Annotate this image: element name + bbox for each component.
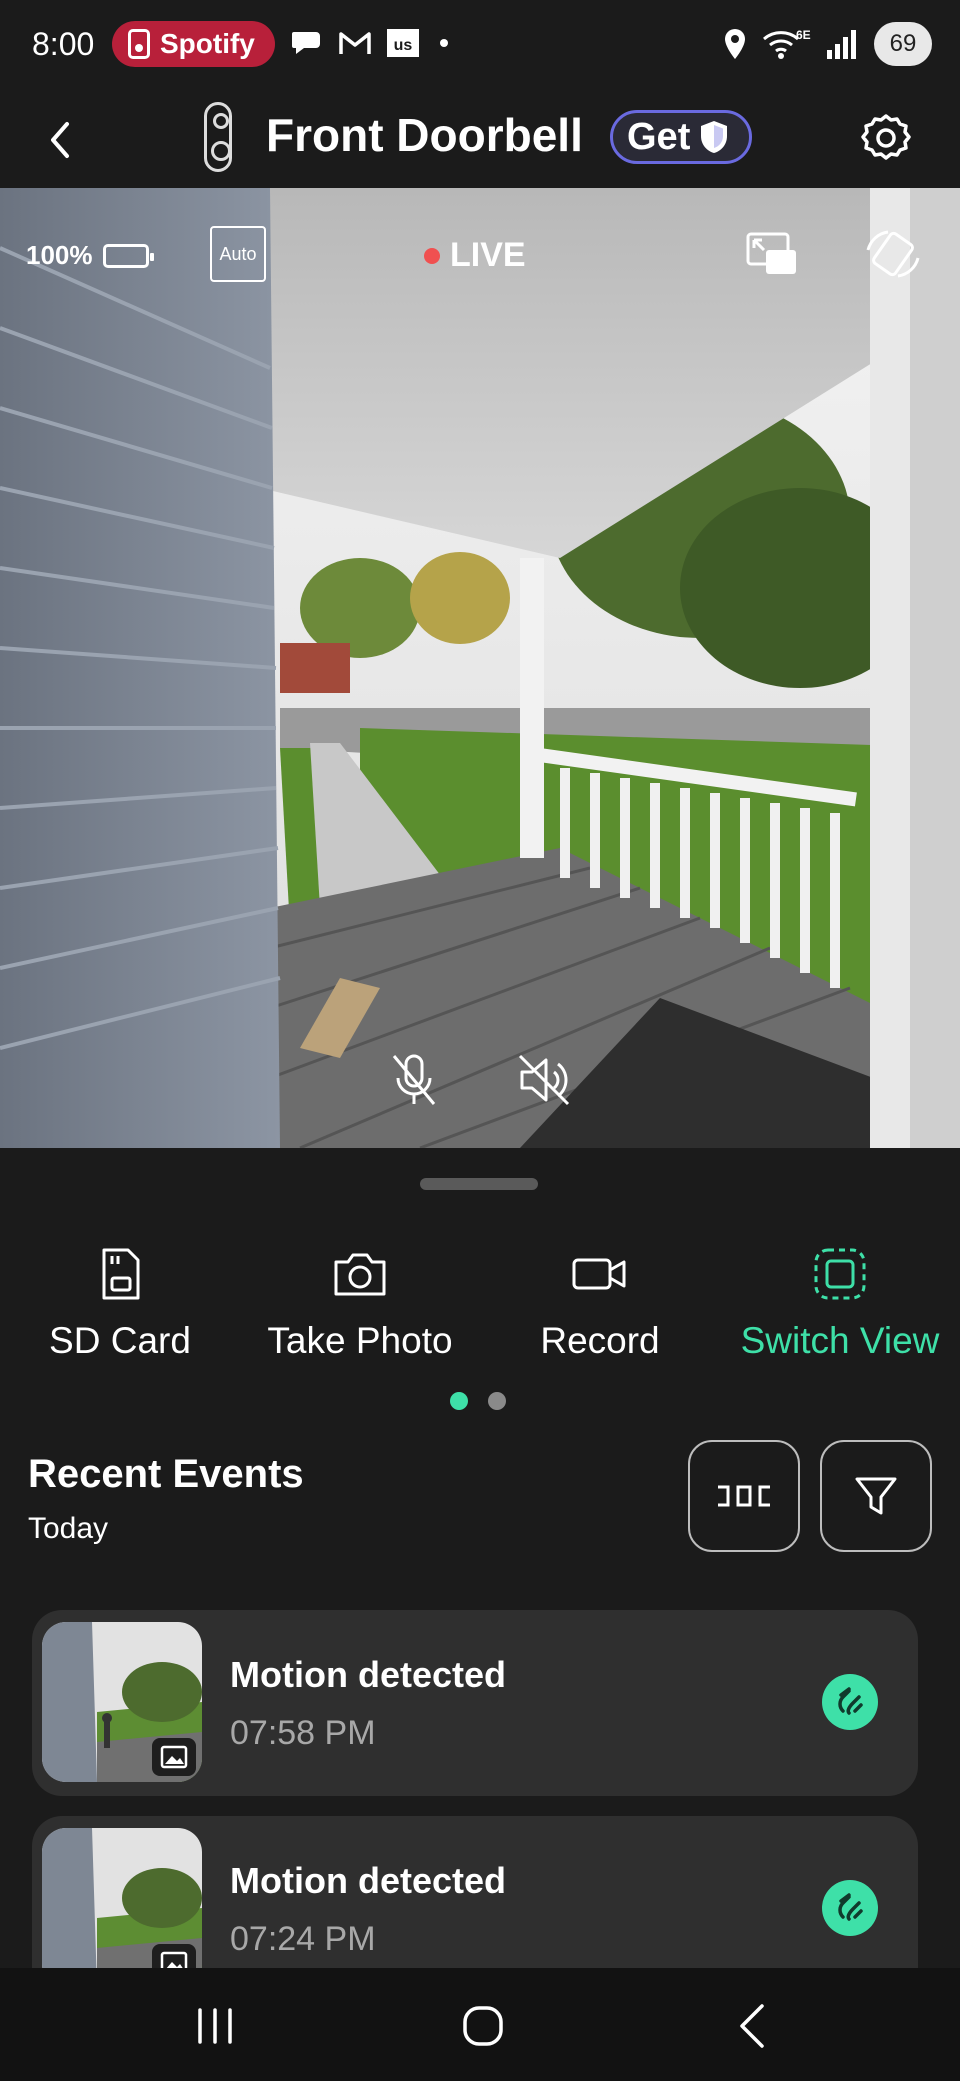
event-title: Motion detected (230, 1654, 506, 1695)
motion-icon (822, 1880, 878, 1936)
switch-view-icon (814, 1248, 866, 1300)
sd-card-button[interactable]: SD Card (0, 1244, 240, 1362)
take-photo-label: Take Photo (267, 1320, 453, 1361)
sd-card-icon (102, 1248, 140, 1300)
back-button[interactable] (30, 110, 90, 170)
system-nav-bar (0, 1968, 960, 2081)
recent-apps-icon[interactable] (180, 1996, 250, 2056)
live-indicator: LIVE (424, 236, 526, 275)
system-icons: 6E 69 (722, 22, 932, 66)
sd-card-label: SD Card (49, 1320, 191, 1361)
camera-battery-status: 100% (26, 240, 154, 271)
mic-muted-icon[interactable] (384, 1050, 444, 1110)
event-thumbnail (42, 1828, 202, 1988)
switch-view-button[interactable]: Switch View (720, 1244, 960, 1362)
battery-charging-icon (102, 243, 154, 268)
recent-events-title: Recent Events (28, 1452, 304, 1496)
spotify-label: Spotify (160, 28, 255, 59)
event-thumbnail (42, 1622, 202, 1782)
camera-battery-percent: 100% (26, 240, 93, 270)
camera-icon (334, 1253, 386, 1296)
status-bar: 8:00 Spotify us 6E 69 (0, 0, 960, 92)
camera-feed-image (0, 188, 960, 1148)
gmail-icon (339, 32, 371, 54)
rotate-view-icon[interactable] (862, 226, 924, 282)
recent-events-date: Today (28, 1512, 109, 1545)
spotify-pill[interactable]: Spotify (112, 21, 275, 67)
event-title: Motion detected (230, 1860, 506, 1901)
filter-icon (855, 1477, 897, 1515)
event-card[interactable]: Motion detected 07:58 PM (32, 1610, 918, 1796)
settings-gear-icon[interactable] (858, 110, 914, 166)
auto-label: Auto (219, 243, 257, 264)
control-pager (450, 1392, 506, 1410)
picture-in-picture-icon[interactable] (744, 230, 800, 280)
location-icon (725, 29, 745, 59)
app-header: Front Doorbell Get (0, 92, 960, 188)
pager-dot-1[interactable] (450, 1392, 468, 1410)
timeline-icon (718, 1485, 770, 1507)
signal-icon (827, 30, 856, 59)
wifi-6e-icon: 6E (763, 28, 811, 59)
svg-text:6E: 6E (796, 28, 811, 42)
home-icon[interactable] (448, 1996, 518, 2056)
motion-icon (822, 1674, 878, 1730)
live-label: LIVE (450, 236, 526, 274)
shield-icon (701, 121, 728, 153)
pager-dot-2[interactable] (488, 1392, 506, 1410)
image-badge-icon (152, 1738, 196, 1776)
status-time: 8:00 (32, 26, 95, 62)
get-protection-button[interactable]: Get (610, 110, 752, 164)
record-button[interactable]: Record (480, 1244, 720, 1362)
switch-view-label: Switch View (740, 1320, 940, 1361)
bottom-sheet-handle[interactable] (420, 1178, 538, 1190)
us-app-icon: us (387, 29, 419, 57)
event-time: 07:24 PM (230, 1920, 376, 1958)
page-title: Front Doorbell (266, 109, 583, 161)
take-photo-button[interactable]: Take Photo (240, 1244, 480, 1362)
back-nav-icon[interactable] (718, 1996, 788, 2056)
live-camera-view[interactable]: 100% Auto LIVE (0, 188, 960, 1148)
timeline-view-button[interactable] (688, 1440, 800, 1552)
record-label: Record (540, 1320, 660, 1361)
battery-indicator: 69 (874, 22, 932, 66)
chat-icon (292, 32, 320, 54)
control-row: SD Card Take Photo Record Switch View (0, 1244, 960, 1364)
doorbell-device-icon (204, 102, 232, 172)
filter-button[interactable] (820, 1440, 932, 1552)
more-notifications-dot (440, 39, 448, 47)
notification-icons: us (290, 28, 448, 58)
auto-quality-button[interactable]: Auto (210, 226, 266, 282)
speaker-icon (128, 29, 150, 59)
svg-text:us: us (394, 37, 413, 54)
live-dot (424, 247, 440, 264)
speaker-muted-icon[interactable] (514, 1050, 574, 1110)
get-label: Get (627, 115, 691, 158)
event-time: 07:58 PM (230, 1714, 376, 1752)
chevron-left-icon (51, 122, 69, 158)
video-icon (572, 1258, 626, 1290)
